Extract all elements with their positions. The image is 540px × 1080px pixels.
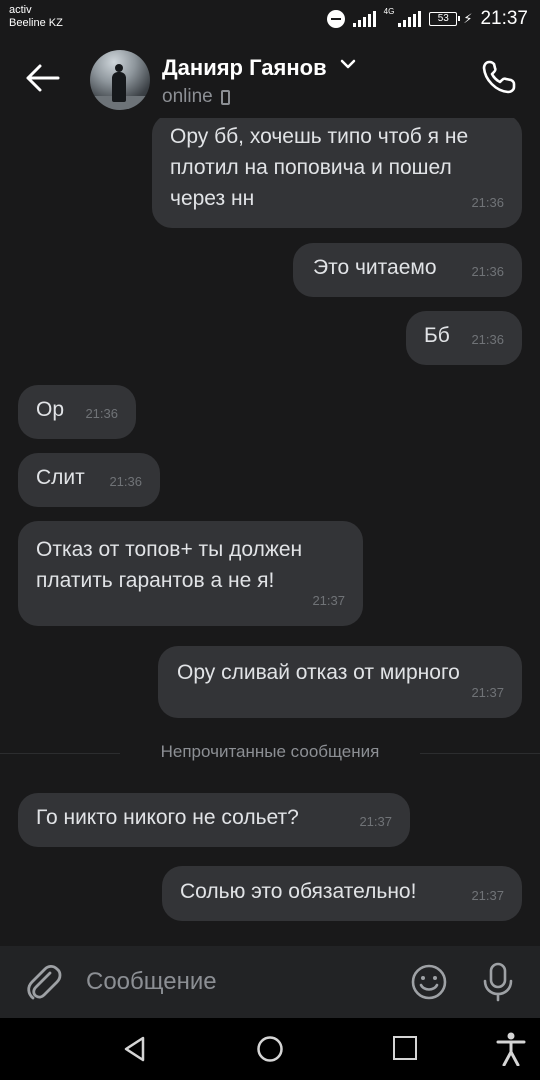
do-not-disturb-icon xyxy=(326,10,345,28)
message-time: 21:37 xyxy=(471,888,504,903)
unread-divider-label: Непрочитанные сообщения xyxy=(150,742,390,761)
battery-level: 53 xyxy=(437,13,449,24)
message-text: Солью это обязательно! xyxy=(180,880,417,903)
accessibility-icon[interactable] xyxy=(496,1032,526,1067)
message-bubble-outgoing[interactable]: Ору бб, хочешь типо чтоб я не плотил на … xyxy=(152,118,522,228)
message-bubble-outgoing[interactable]: Солью это обязательно! 21:37 xyxy=(162,866,522,921)
signal-2-icon xyxy=(398,11,422,27)
status-bar: activ Beeline KZ 4G 53 ⚡ 21:37 xyxy=(0,0,540,38)
message-text: Го никто никого не сольет? xyxy=(36,806,299,829)
message-bubble-incoming[interactable]: Слит 21:36 xyxy=(18,453,160,507)
status-time: 21:37 xyxy=(480,8,528,29)
contact-name[interactable]: Данияр Гаянов xyxy=(162,55,327,81)
message-list[interactable]: Ору бб, хочешь типо чтоб я не плотил на … xyxy=(0,118,540,946)
carrier-label: activ Beeline KZ xyxy=(9,4,63,30)
network-type: 4G xyxy=(383,7,395,16)
battery-icon: 53 xyxy=(429,12,461,26)
message-time: 21:36 xyxy=(471,264,504,279)
signal-icon xyxy=(352,11,376,27)
status-icons: 4G 53 ⚡ 21:37 xyxy=(326,7,528,30)
microphone-icon[interactable] xyxy=(480,961,516,1003)
system-nav-bar xyxy=(0,1018,540,1080)
nav-home-icon[interactable] xyxy=(256,1035,284,1063)
message-bubble-outgoing[interactable]: Бб 21:36 xyxy=(406,311,522,365)
message-text: Ору сливай отказ от мирного xyxy=(177,661,460,684)
unread-divider: Непрочитанные сообщения xyxy=(0,742,540,762)
message-text: Это читаемо xyxy=(313,256,437,279)
message-time: 21:36 xyxy=(471,195,504,210)
online-status: online xyxy=(162,86,230,108)
message-time: 21:37 xyxy=(312,593,345,608)
carrier-line-1: activ xyxy=(9,4,32,16)
message-time: 21:36 xyxy=(471,332,504,347)
message-bubble-incoming[interactable]: Отказ от топов+ ты должен платить гарант… xyxy=(18,521,363,626)
message-bubble-incoming[interactable]: Го никто никого не сольет? 21:37 xyxy=(18,793,410,847)
paperclip-icon[interactable] xyxy=(24,962,62,1002)
back-arrow-icon[interactable] xyxy=(22,60,62,96)
mobile-device-icon xyxy=(220,89,230,105)
message-bubble-outgoing[interactable]: Это читаемо 21:36 xyxy=(293,243,522,297)
message-text: Отказ от топов+ ты должен платить гарант… xyxy=(36,538,303,592)
charging-icon: ⚡ xyxy=(463,11,473,26)
nav-recents-icon[interactable] xyxy=(393,1036,417,1060)
message-text: Ору бб, хочешь типо чтоб я не плотил на … xyxy=(170,125,469,210)
chevron-down-icon[interactable] xyxy=(340,56,356,72)
message-time: 21:37 xyxy=(471,685,504,700)
message-input[interactable] xyxy=(86,962,386,1002)
phone-call-icon[interactable] xyxy=(480,58,518,96)
message-composer xyxy=(0,946,540,1018)
message-time: 21:36 xyxy=(109,474,142,489)
avatar[interactable] xyxy=(90,50,150,110)
message-time: 21:37 xyxy=(359,814,392,829)
message-bubble-outgoing[interactable]: Ору сливай отказ от мирного 21:37 xyxy=(158,646,522,718)
message-text: Ор xyxy=(36,398,65,421)
chat-header: Данияр Гаянов online xyxy=(0,38,540,118)
online-status-text: online xyxy=(162,86,213,107)
message-text: Бб xyxy=(424,324,450,347)
message-text: Слит xyxy=(36,466,85,489)
message-time: 21:36 xyxy=(85,406,118,421)
message-bubble-incoming[interactable]: Ор 21:36 xyxy=(18,385,136,439)
smiley-icon[interactable] xyxy=(410,963,448,1001)
nav-back-icon[interactable] xyxy=(121,1035,149,1063)
carrier-line-2: Beeline KZ xyxy=(9,17,63,29)
